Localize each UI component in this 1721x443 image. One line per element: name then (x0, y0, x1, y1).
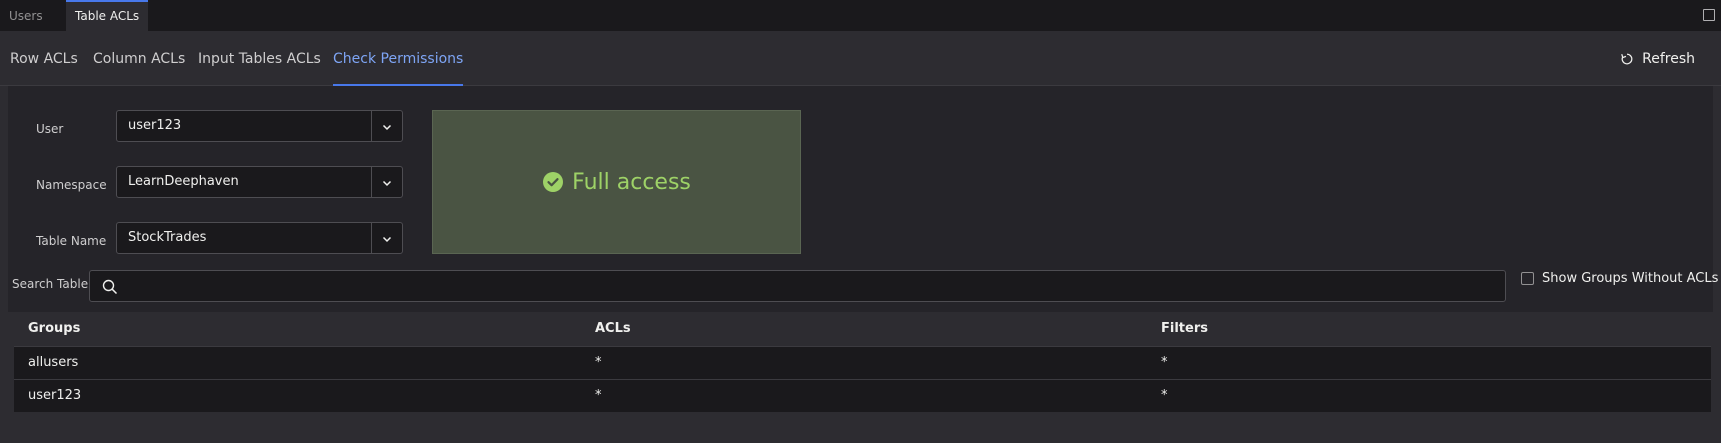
tab-column-acls[interactable]: Column ACLs (93, 32, 185, 86)
show-groups-toggle[interactable]: Show Groups Without ACLs (1521, 266, 1718, 290)
panel-tab-users[interactable]: Users (0, 0, 52, 32)
column-header-acls[interactable]: ACLs (595, 312, 631, 346)
show-groups-checkbox[interactable] (1521, 271, 1534, 285)
cell-group: allusers (28, 355, 79, 370)
access-result-panel: Full access (432, 110, 801, 254)
panel-tab-table-acls[interactable]: Table ACLs (66, 0, 149, 32)
search-table-label: Search Table (12, 277, 89, 291)
namespace-label: Namespace (36, 178, 107, 192)
column-header-filters[interactable]: Filters (1161, 312, 1208, 346)
user-label: User (36, 122, 64, 136)
panel-tab-strip: Users Table ACLs (0, 0, 1721, 32)
chevron-down-icon (382, 124, 392, 131)
search-icon (102, 279, 118, 295)
cell-filters: * (1161, 355, 1168, 370)
table-name-select-value: StockTrades (128, 230, 207, 245)
namespace-select[interactable]: LearnDeephaven (116, 166, 403, 198)
select-divider (371, 223, 372, 253)
tab-check-permissions[interactable]: Check Permissions (333, 32, 464, 86)
chevron-down-icon (382, 236, 392, 243)
search-input[interactable] (128, 271, 1498, 301)
table-row[interactable]: allusers * * (14, 346, 1711, 379)
sub-tab-bar: Row ACLs Column ACLs Input Tables ACLs C… (0, 32, 1721, 86)
content-area: Row ACLs Column ACLs Input Tables ACLs C… (0, 32, 1721, 443)
cell-acls: * (595, 388, 602, 403)
search-field[interactable] (89, 270, 1506, 302)
table-row[interactable]: user123 * * (14, 379, 1711, 412)
access-result-text: Full access (572, 169, 691, 195)
cell-filters: * (1161, 388, 1168, 403)
cell-acls: * (595, 355, 602, 370)
select-divider (371, 111, 372, 141)
table-header: Groups ACLs Filters (14, 312, 1711, 346)
chevron-down-icon (382, 180, 392, 187)
show-groups-label: Show Groups Without ACLs (1542, 270, 1719, 286)
refresh-label: Refresh (1642, 51, 1695, 67)
maximize-icon[interactable] (1703, 9, 1715, 21)
column-header-groups[interactable]: Groups (28, 312, 80, 346)
select-divider (371, 167, 372, 197)
tab-input-tables-acls[interactable]: Input Tables ACLs (198, 32, 321, 86)
user-select[interactable]: user123 (116, 110, 403, 142)
tab-row-acls[interactable]: Row ACLs (10, 32, 78, 86)
namespace-select-value: LearnDeephaven (128, 174, 239, 189)
user-select-value: user123 (128, 118, 182, 133)
check-circle-icon (543, 172, 564, 192)
table-name-label: Table Name (36, 234, 107, 248)
refresh-button[interactable]: Refresh (1612, 44, 1703, 74)
table-name-select[interactable]: StockTrades (116, 222, 403, 254)
refresh-icon (1621, 53, 1633, 65)
acl-table: Groups ACLs Filters allusers * * user123… (14, 312, 1711, 415)
cell-group: user123 (28, 388, 82, 403)
app-window: Users Table ACLs Row ACLs Column ACLs In… (0, 0, 1721, 443)
